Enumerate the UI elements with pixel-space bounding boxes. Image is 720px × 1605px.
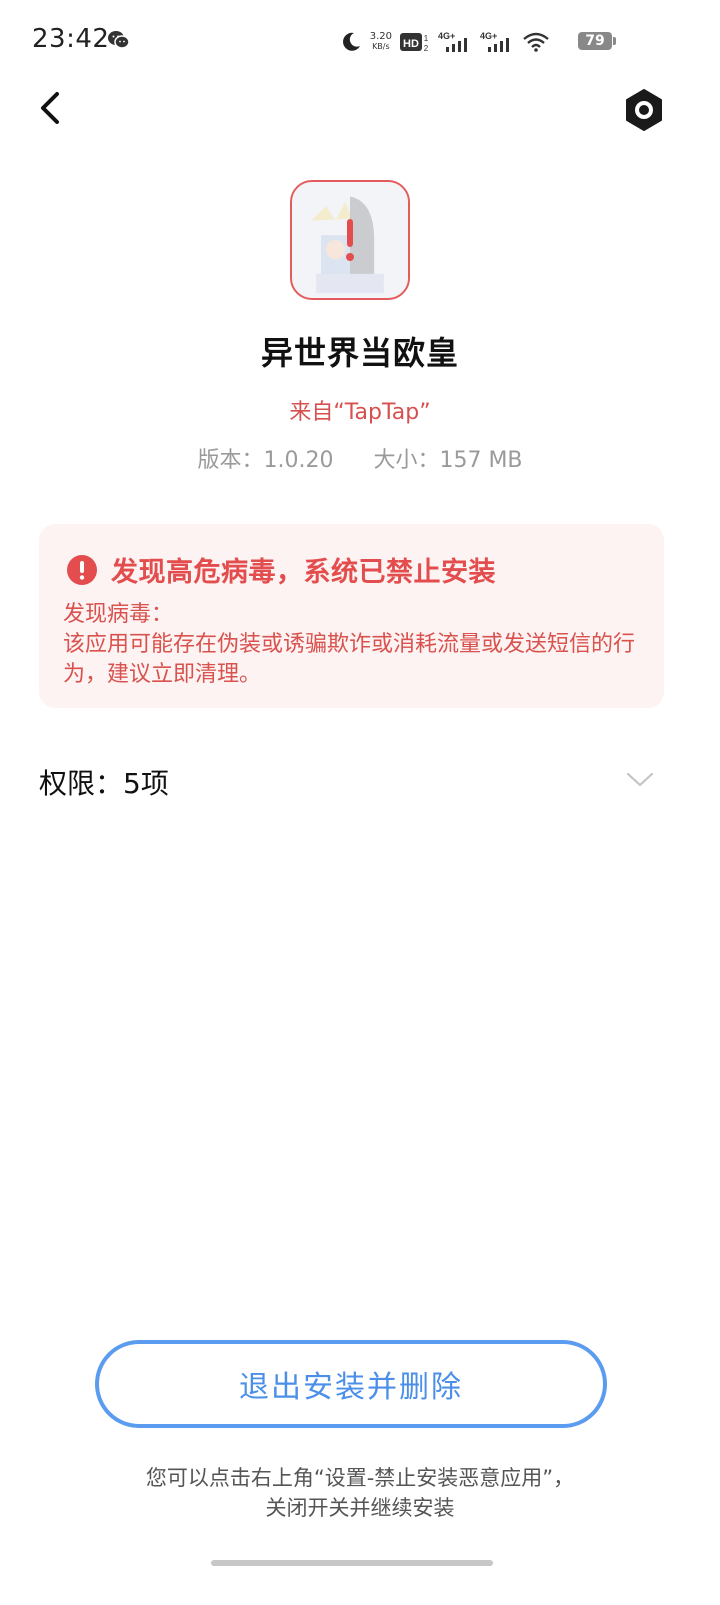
status-icons: 3.20 KB/s HD 1 2 4G+ 4G+ [340,28,550,56]
network-speed: 3.20 KB/s [370,32,392,52]
network-speed-value: 3.20 [369,31,392,42]
wechat-icon [108,31,130,49]
status-time: 23:42 [32,24,110,54]
svg-text:2: 2 [424,44,429,53]
wifi-icon [523,32,549,52]
svg-text:4G+: 4G+ [438,31,455,41]
alert-icon [67,554,97,585]
status-bar: 23:42 3.20 KB/s HD 1 2 4G+ 4G+ 79 [0,0,720,82]
warning-title-row: 发现高危病毒，系统已禁止安装 [67,550,496,589]
hd-icon: HD 1 2 [400,33,429,53]
app-icon [290,180,410,300]
permissions-row[interactable]: 权限：5项 [39,748,664,812]
svg-text:4G+: 4G+ [480,31,497,41]
settings-hint: 您可以点击右上角“设置-禁止安装恶意应用”， 关闭开关并继续安装 [0,1463,720,1523]
warning-title: 发现高危病毒，系统已禁止安装 [111,557,496,588]
chevron-down-icon [626,772,654,787]
settings-icon [626,89,662,131]
hint-line-1: 您可以点击右上角“设置-禁止安装恶意应用”， [145,1466,575,1490]
warning-description: 该应用可能存在伪装或诱骗欺诈或消耗流量或发送短信的行为，建议立即清理。 [63,632,636,687]
svg-text:HD: HD [403,38,419,50]
back-button[interactable] [30,86,70,130]
signal-icon: 4G+ [480,31,509,52]
warning-body: 发现病毒： 该应用可能存在伪装或诱骗欺诈或消耗流量或发送短信的行为，建议立即清理… [63,600,653,690]
svg-text:1: 1 [424,34,429,43]
battery-icon: 79 [578,32,616,50]
app-version: 版本：1.0.20 [197,448,334,473]
warning-mark-icon [292,182,408,298]
moon-icon [342,32,360,51]
exit-and-delete-button[interactable]: 退出安装并删除 [95,1340,607,1428]
battery-level: 79 [585,33,605,49]
app-meta: 版本：1.0.20 大小：157 MB [0,442,720,474]
hint-line-2: 关闭开关并继续安装 [265,1496,455,1520]
signal-icon: 4G+ [438,31,467,52]
chevron-left-icon [41,92,59,124]
warning-subtitle: 发现病毒： [63,602,174,627]
virus-warning-card: 发现高危病毒，系统已禁止安装 发现病毒： 该应用可能存在伪装或诱骗欺诈或消耗流量… [39,524,664,708]
settings-button[interactable] [622,88,666,132]
app-name: 异世界当欧皇 [260,334,459,372]
app-source: 来自“TapTap” [289,400,431,425]
permissions-label: 权限：5项 [39,767,169,800]
network-speed-unit: KB/s [372,42,390,51]
exit-and-delete-label: 退出安装并删除 [239,1370,463,1405]
app-size: 大小：157 MB [373,448,523,473]
home-indicator[interactable] [211,1560,493,1566]
